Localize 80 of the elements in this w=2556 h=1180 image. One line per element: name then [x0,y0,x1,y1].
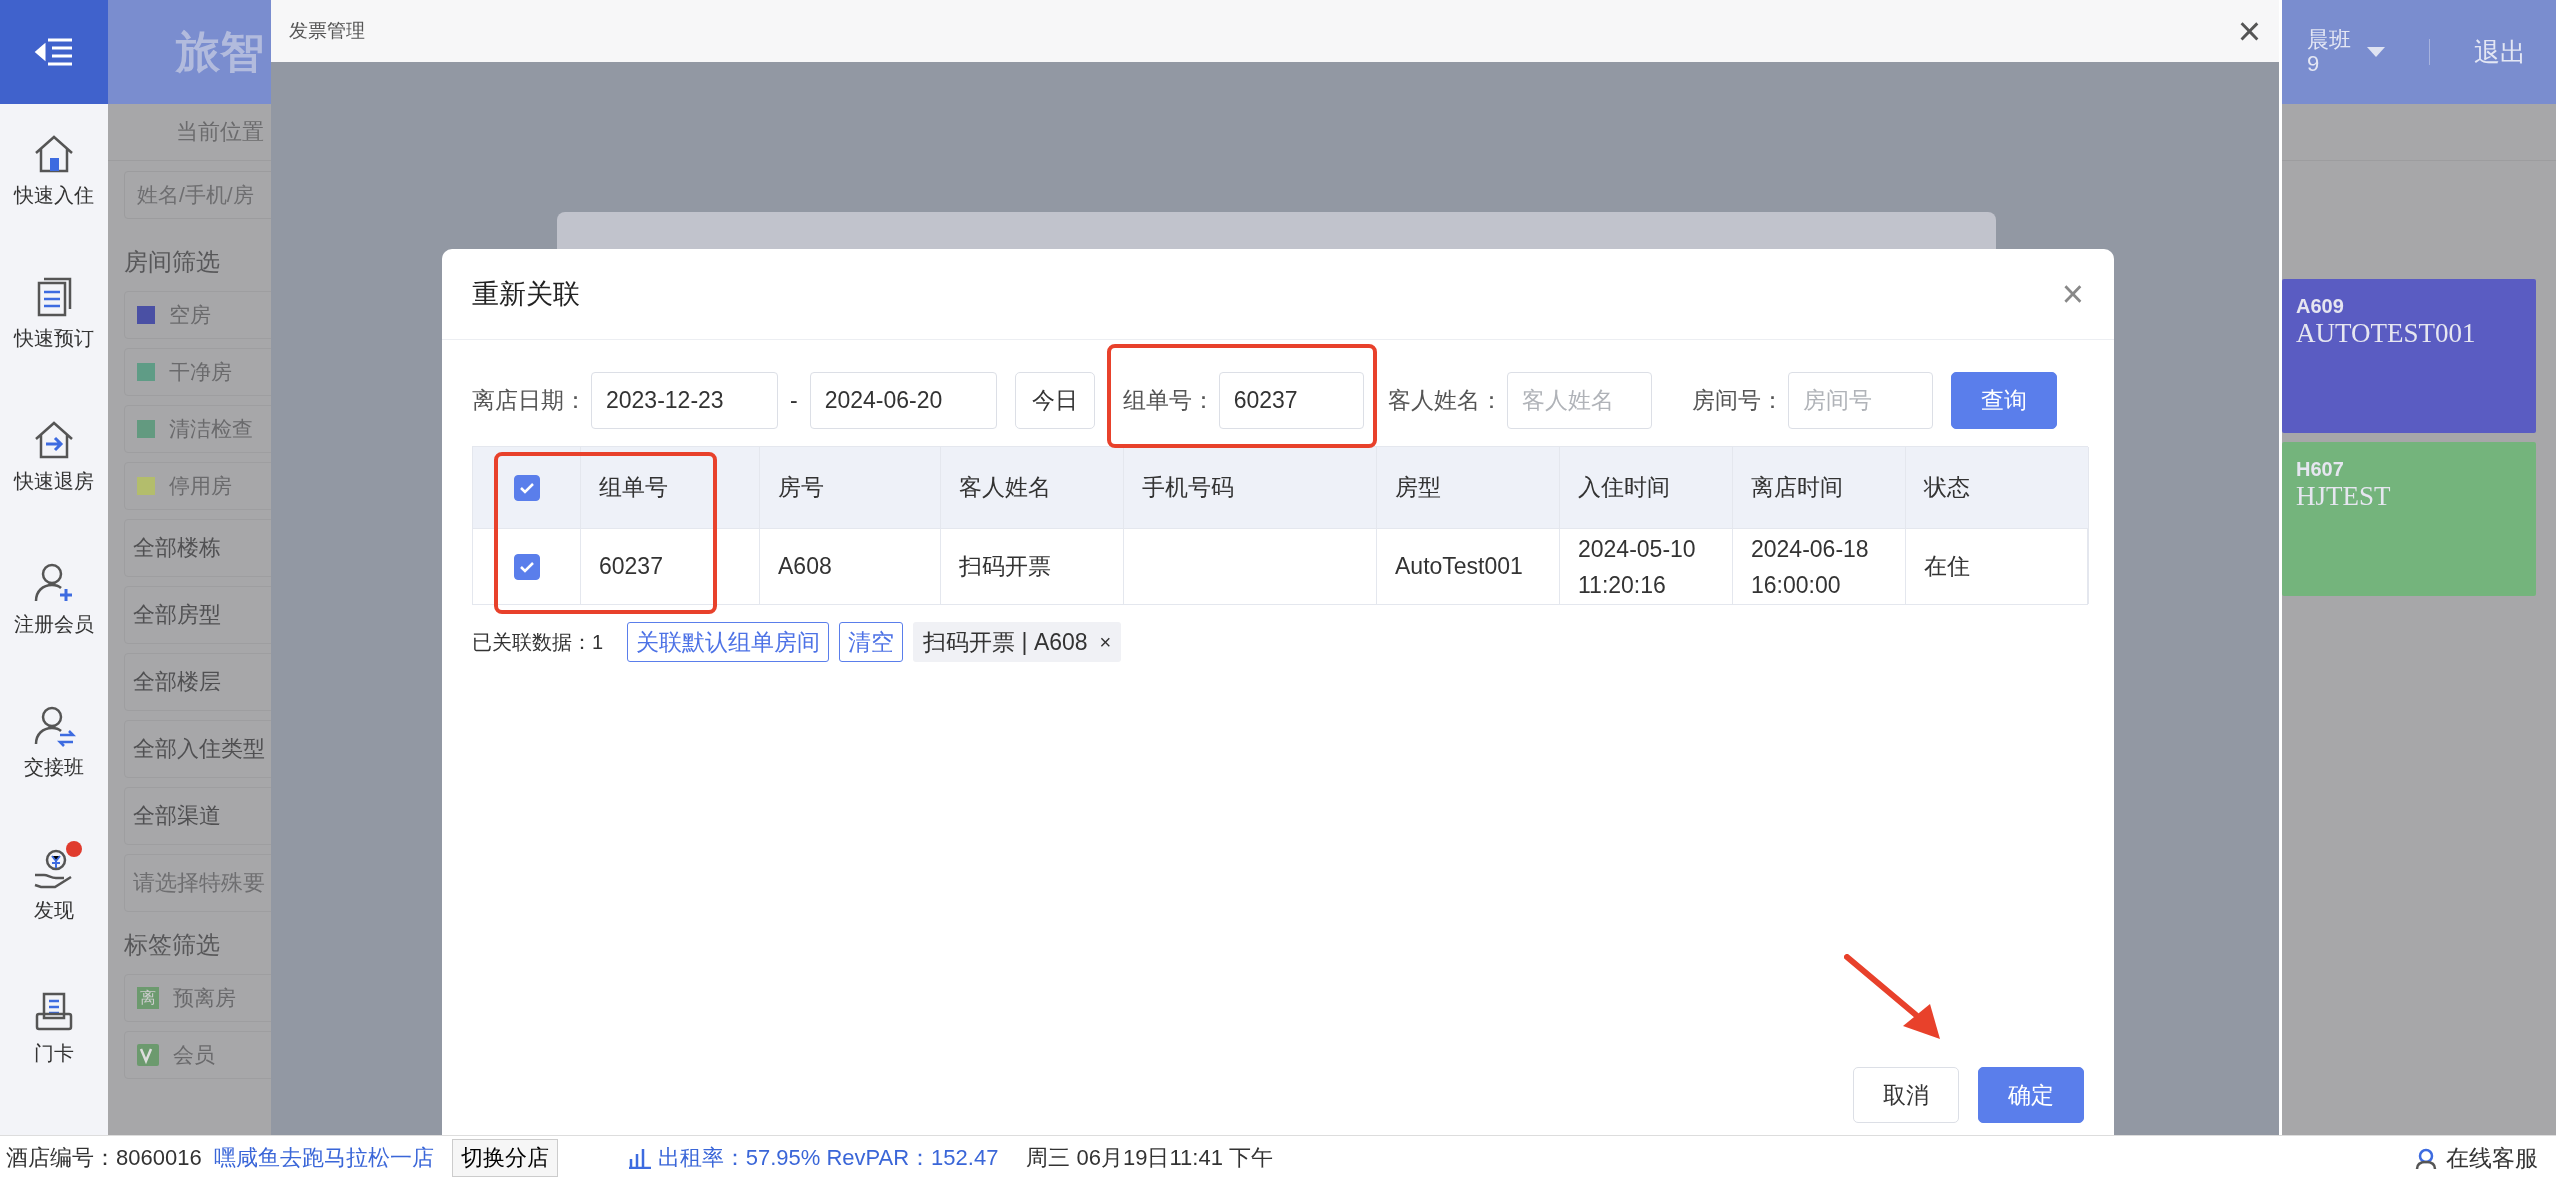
room-number: H607 [2296,458,2345,481]
menu-icon[interactable] [34,37,74,67]
field-label: 房间号： [1691,386,1784,415]
confirm-button[interactable]: 确定 [1978,1067,2084,1123]
hotel-number: 酒店编号：8060016 [6,1144,202,1172]
filter-label: 停用房 [169,473,232,499]
filter-label: 会员 [173,1042,215,1068]
bar-chart-icon [627,1147,652,1169]
field-label: 离店日期： [472,386,587,415]
vip-icon [137,1044,159,1066]
occupancy-stats: 出租率：57.95% RevPAR：152.47 [657,1144,999,1172]
table-cell: 在住 [1906,528,2089,604]
column-header: 手机号码 [1124,447,1377,528]
rail-item[interactable]: 快速预订 [0,265,108,408]
input-field[interactable]: 房间号 [1787,372,1933,429]
column-header: 房号 [760,447,941,528]
dialog-title: 重新关联 [472,278,580,311]
rail-item[interactable]: 交接班 [0,694,108,837]
column-header: 客人姓名 [941,447,1124,528]
caret-icon[interactable] [2367,47,2385,57]
rail-item[interactable]: 发现 [0,837,108,980]
rail-item[interactable]: 快速入住 [0,122,108,265]
section-title: 房间筛选 [124,247,221,277]
shift-name: 晨班 [2307,28,2351,52]
field-label: 组单号： [1122,386,1215,415]
field-label: 客人姓名： [1387,386,1503,415]
table-cell: 2024-06-18 16:00:00 [1733,528,1906,604]
column-header: 组单号 [581,447,760,528]
guest-name: AUTOTEST001 [2296,318,2477,349]
breadcrumb-text: 当前位置 [176,118,264,146]
switch-branch-button[interactable]: 切换分店 [451,1139,558,1177]
room-card[interactable]: A609 AUTOTEST001 [2282,279,2536,433]
cancel-button[interactable]: 取消 [1853,1067,1959,1123]
close-button[interactable]: × [2061,272,2084,316]
today-button[interactable]: 今日 [1014,372,1095,429]
check-icon [518,560,535,573]
logo-text: 旅智 [176,25,264,78]
filter-label: 空房 [169,302,211,328]
table-cell: 60237 [581,528,760,604]
hotel-name-link[interactable]: 嘿咸鱼去跑马拉松一店 [213,1143,434,1173]
linked-count: 已关联数据：1 [472,629,604,655]
range-separator: - [790,387,798,414]
column-header: 房型 [1377,447,1560,528]
date-field[interactable]: 2023-12-23 [591,372,778,429]
column-header: 离店时间 [1733,447,1906,528]
guest-name: HJTEST [2296,481,2392,512]
close-button[interactable]: × [2237,11,2261,51]
table-cell: AutoTest001 [1377,528,1560,604]
date-field[interactable]: 2024-06-20 [809,372,997,429]
rail-item[interactable]: 门卡 [0,980,108,1123]
rail-item[interactable]: 注册会员 [0,551,108,694]
clear-button[interactable]: 清空 [839,622,904,662]
column-header: 状态 [1906,447,2089,528]
table-cell: A608 [760,528,941,604]
row-checkbox[interactable] [513,553,540,580]
column-header: 入住时间 [1560,447,1733,528]
filter-label: 清洁检查 [169,416,253,442]
window-title: 发票管理 [289,19,365,43]
person-swap-icon [32,704,76,748]
room-number: A609 [2296,295,2345,318]
headset-icon[interactable] [2414,1146,2438,1170]
input-field[interactable]: 客人姓名 [1506,372,1652,429]
table-cell: 扫码开票 [941,528,1124,604]
filter-label: 干净房 [169,359,232,385]
shift-number: 9 [2307,52,2321,76]
rail-item[interactable]: 快速退房 [0,408,108,551]
select-all-checkbox[interactable] [513,474,540,501]
date-time: 周三 06月19日11:41 下午 [1026,1144,1273,1172]
table-cell: 2024-05-10 11:20:16 [1560,528,1733,604]
link-default-button[interactable]: 关联默认组单房间 [627,622,830,662]
search-button[interactable]: 查询 [1950,372,2057,429]
input-field[interactable]: 60237 [1218,372,1364,429]
filter-label: 预离房 [173,985,236,1011]
tag-badge: 离 [137,987,159,1009]
tag-text: 扫码开票 | A608 [923,627,1088,657]
logout-link[interactable]: 退出 [2474,34,2526,70]
remove-tag-button[interactable]: × [1099,630,1112,654]
online-support-link[interactable]: 在线客服 [2446,1142,2538,1174]
check-icon [518,481,535,494]
section-title: 标签筛选 [124,930,221,960]
